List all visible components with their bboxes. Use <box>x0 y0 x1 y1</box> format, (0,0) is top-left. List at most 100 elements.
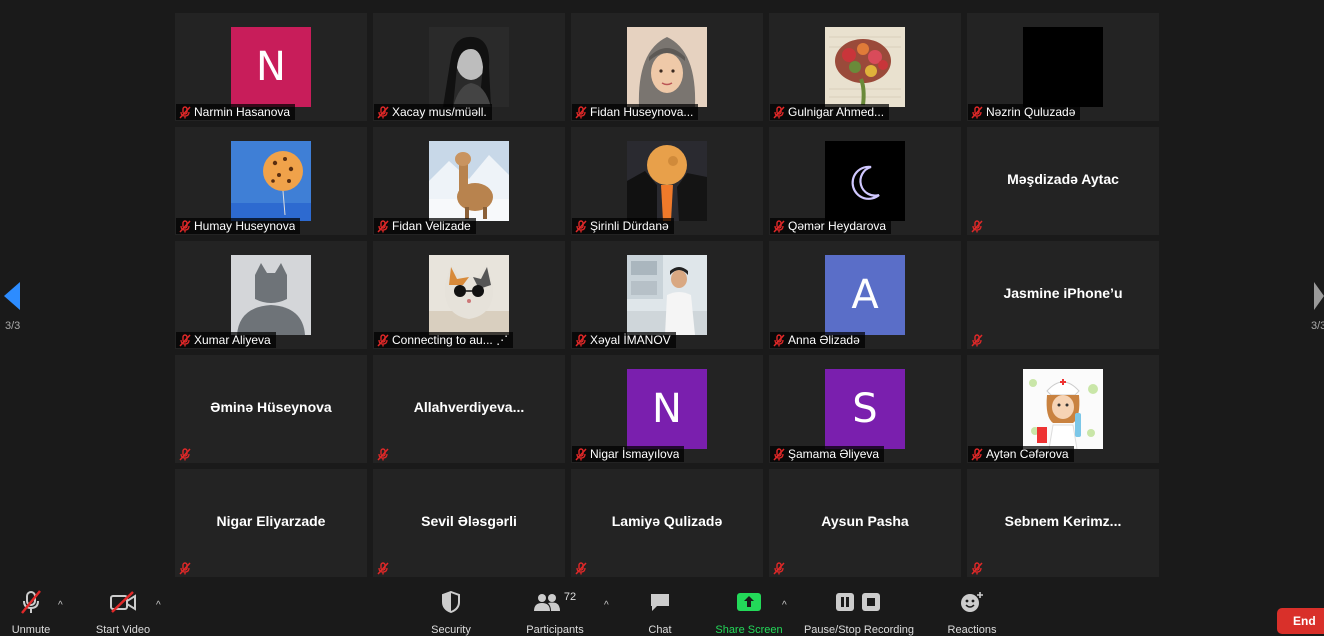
participant-name: Fidan Huseynova... <box>590 105 694 119</box>
reactions-button[interactable]: Reactions <box>944 588 1000 636</box>
unmute-button[interactable]: Unmute <box>8 588 54 636</box>
participant-name: Xacay mus/müəll. <box>392 105 487 119</box>
participant-tile[interactable]: Fidan Huseynova... <box>571 13 763 121</box>
avatar-photo <box>627 27 707 107</box>
participant-name: Xəyal İMANOV <box>590 333 671 347</box>
participant-tile[interactable]: Nəzrin Quluzadə <box>967 13 1159 121</box>
start-video-button[interactable]: Start Video <box>92 588 154 636</box>
security-label: Security <box>431 624 471 636</box>
participant-name: Qəmər Heydarova <box>788 219 887 233</box>
name-bar: Fidan Velizade <box>374 218 476 234</box>
participants-button[interactable]: 72 Participants <box>520 588 590 636</box>
participant-display-name: Əminə Hüseynova <box>210 399 332 415</box>
participant-tile[interactable]: Jasmine iPhone’u <box>967 241 1159 349</box>
participant-tile[interactable]: Qəmər Heydarova <box>769 127 961 235</box>
muted-mic-icon <box>374 332 392 348</box>
name-bar <box>770 560 793 576</box>
muted-mic-icon <box>770 104 788 120</box>
participant-tile[interactable]: Gulnigar Ahmed... <box>769 13 961 121</box>
participant-tile[interactable]: Allahverdiyeva... <box>373 355 565 463</box>
participant-tile[interactable]: Connecting to au... ⋰ <box>373 241 565 349</box>
share-options-caret[interactable]: ^ <box>782 600 787 611</box>
participant-tile[interactable]: Məşdizadə Aytac <box>967 127 1159 235</box>
shield-icon <box>441 588 461 616</box>
name-bar: Fidan Huseynova... <box>572 104 699 120</box>
participant-tile[interactable]: Sebnem Kerimz... <box>967 469 1159 577</box>
participants-options-caret[interactable]: ^ <box>604 600 609 611</box>
avatar: S <box>825 369 905 449</box>
muted-mic-icon <box>770 560 788 576</box>
muted-mic-icon <box>176 104 194 120</box>
name-bar: Aytən Cəfərova <box>968 446 1074 462</box>
name-bar: Connecting to au... ⋰ <box>374 332 514 348</box>
page-indicator-left: 3/3 <box>5 320 21 332</box>
participant-tile[interactable]: Xumar Aliyeva <box>175 241 367 349</box>
name-bar: Xumar Aliyeva <box>176 332 276 348</box>
share-screen-button[interactable]: Share Screen <box>712 588 786 636</box>
muted-mic-icon <box>572 446 590 462</box>
avatar-photo <box>231 255 311 335</box>
muted-mic-icon <box>572 104 590 120</box>
avatar-photo <box>429 255 509 335</box>
name-bar: Nigar İsmayılova <box>572 446 685 462</box>
security-button[interactable]: Security <box>426 588 476 636</box>
name-bar <box>968 218 991 234</box>
participant-tile[interactable]: Əminə Hüseynova <box>175 355 367 463</box>
record-controls[interactable]: Pause/Stop Recording <box>804 588 914 636</box>
avatar-photo <box>1023 369 1103 449</box>
participant-name: Humay Huseynova <box>194 219 296 233</box>
participant-name: Nəzrin Quluzadə <box>986 105 1076 119</box>
participant-name: Şirinli Dürdanə <box>590 219 669 233</box>
participant-name: Fidan Velizade <box>392 219 471 233</box>
name-bar: Nəzrin Quluzadə <box>968 104 1081 120</box>
avatar-photo <box>825 141 905 221</box>
chat-button[interactable]: Chat <box>640 588 680 636</box>
name-bar <box>968 560 991 576</box>
name-bar: Qəmər Heydarova <box>770 218 892 234</box>
record-label: Pause/Stop Recording <box>803 624 915 636</box>
prev-page-arrow[interactable] <box>4 282 20 310</box>
muted-mic-icon <box>176 218 194 234</box>
video-off-icon <box>109 588 137 616</box>
muted-mic-icon <box>968 446 986 462</box>
participant-tile[interactable]: Xacay mus/müəll. <box>373 13 565 121</box>
participant-tile[interactable]: Lamiyə Qulizadə <box>571 469 763 577</box>
video-options-caret[interactable]: ^ <box>156 600 161 611</box>
avatar-photo <box>1023 27 1103 107</box>
participant-tile[interactable]: Fidan Velizade <box>373 127 565 235</box>
participant-tile[interactable]: N Nigar İsmayılova <box>571 355 763 463</box>
muted-mic-icon <box>176 560 194 576</box>
participant-tile[interactable]: S Şamama Əliyeva <box>769 355 961 463</box>
participants-label: Participants <box>526 624 584 636</box>
participant-tile[interactable]: A Anna Əlizadə <box>769 241 961 349</box>
avatar-photo <box>429 27 509 107</box>
participant-name: Aytən Cəfərova <box>986 447 1069 461</box>
participant-tile[interactable]: Sevil Ələsgərli <box>373 469 565 577</box>
participant-display-name: Nigar Eliyarzade <box>216 513 326 529</box>
muted-mic-icon <box>770 218 788 234</box>
chat-icon <box>649 588 671 616</box>
muted-mic-icon <box>968 332 986 348</box>
participant-tile[interactable]: N Narmin Hasanova <box>175 13 367 121</box>
start-video-label: Start Video <box>95 624 151 636</box>
audio-options-caret[interactable]: ^ <box>58 600 63 611</box>
participant-name: Xumar Aliyeva <box>194 333 271 347</box>
end-meeting-button[interactable]: End <box>1277 608 1324 634</box>
participant-display-name: Sevil Ələsgərli <box>421 513 517 529</box>
participant-tile[interactable]: Humay Huseynova <box>175 127 367 235</box>
name-bar: Xacay mus/müəll. <box>374 104 492 120</box>
participant-tile[interactable]: Xəyal İMANOV <box>571 241 763 349</box>
name-bar: Şirinli Dürdanə <box>572 218 674 234</box>
participant-tile[interactable]: Aytən Cəfərova <box>967 355 1159 463</box>
muted-mic-icon <box>176 332 194 348</box>
muted-mic-icon <box>18 588 44 616</box>
participant-tile[interactable]: Aysun Pasha <box>769 469 961 577</box>
participant-tile[interactable]: Şirinli Dürdanə <box>571 127 763 235</box>
name-bar: Humay Huseynova <box>176 218 301 234</box>
participant-display-name: Sebnem Kerimz... <box>1004 513 1122 529</box>
muted-mic-icon <box>176 446 194 462</box>
participant-tile[interactable]: Nigar Eliyarzade <box>175 469 367 577</box>
participants-icon: 72 <box>533 588 577 616</box>
participants-count: 72 <box>563 591 577 603</box>
next-page-arrow[interactable] <box>1314 282 1324 310</box>
